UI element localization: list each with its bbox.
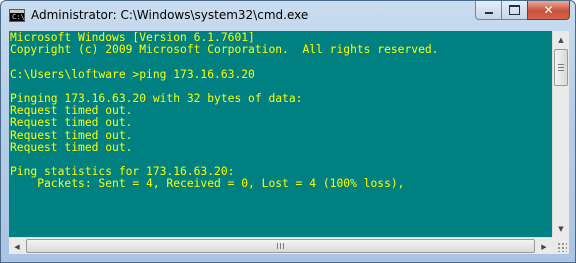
console-line: Copyright (c) 2009 Microsoft Corporation… <box>10 43 439 57</box>
thumb-grip-line <box>558 70 564 71</box>
console-line: C:\Users\loftware >ping 173.16.63.20 <box>10 67 255 81</box>
scroll-left-arrow-icon[interactable]: ◀ <box>9 238 25 255</box>
maximize-button[interactable] <box>501 1 527 20</box>
horizontal-scrollbar[interactable]: ◀ ▶ <box>9 237 552 254</box>
thumb-grip-line <box>283 243 284 249</box>
scroll-up-arrow-icon[interactable]: ▲ <box>553 31 569 48</box>
minimize-icon <box>484 12 493 14</box>
vertical-scrollbar[interactable]: ▲ ▼ <box>552 31 569 237</box>
title-bar[interactable]: C:\ Administrator: C:\Windows\system32\c… <box>1 1 575 31</box>
cmd-app-icon[interactable]: C:\ <box>9 9 25 22</box>
thumb-grip-line <box>558 67 564 68</box>
console-area[interactable]: Microsoft Windows [Version 6.1.7601] Copy… <box>9 31 560 237</box>
caption-buttons: ✕ <box>475 1 570 20</box>
console-output[interactable]: Microsoft Windows [Version 6.1.7601] Copy… <box>9 31 560 191</box>
scroll-down-arrow-icon[interactable]: ▼ <box>553 220 569 237</box>
console-line: Request timed out. <box>10 128 133 142</box>
console-window: C:\ Administrator: C:\Windows\system32\c… <box>0 0 576 263</box>
horizontal-scroll-thumb[interactable] <box>26 239 535 253</box>
thumb-grip-line <box>277 243 278 249</box>
console-line: Packets: Sent = 4, Received = 0, Lost = … <box>10 177 405 191</box>
scroll-right-arrow-icon[interactable]: ▶ <box>536 238 552 255</box>
window-title: Administrator: C:\Windows\system32\cmd.e… <box>31 8 309 22</box>
scrollbar-corner <box>552 237 569 254</box>
thumb-grip-line <box>558 64 564 65</box>
close-button[interactable]: ✕ <box>527 1 570 20</box>
cmd-icon-text: C:\ <box>12 13 25 21</box>
vertical-scroll-thumb[interactable] <box>554 49 568 86</box>
maximize-icon <box>509 5 520 15</box>
close-icon: ✕ <box>543 3 554 17</box>
console-line: Request timed out. <box>10 140 133 154</box>
thumb-grip-line <box>280 243 281 249</box>
console-line: Request timed out. <box>10 116 133 130</box>
resize-grip-icon[interactable] <box>557 242 567 252</box>
minimize-button[interactable] <box>475 1 501 20</box>
